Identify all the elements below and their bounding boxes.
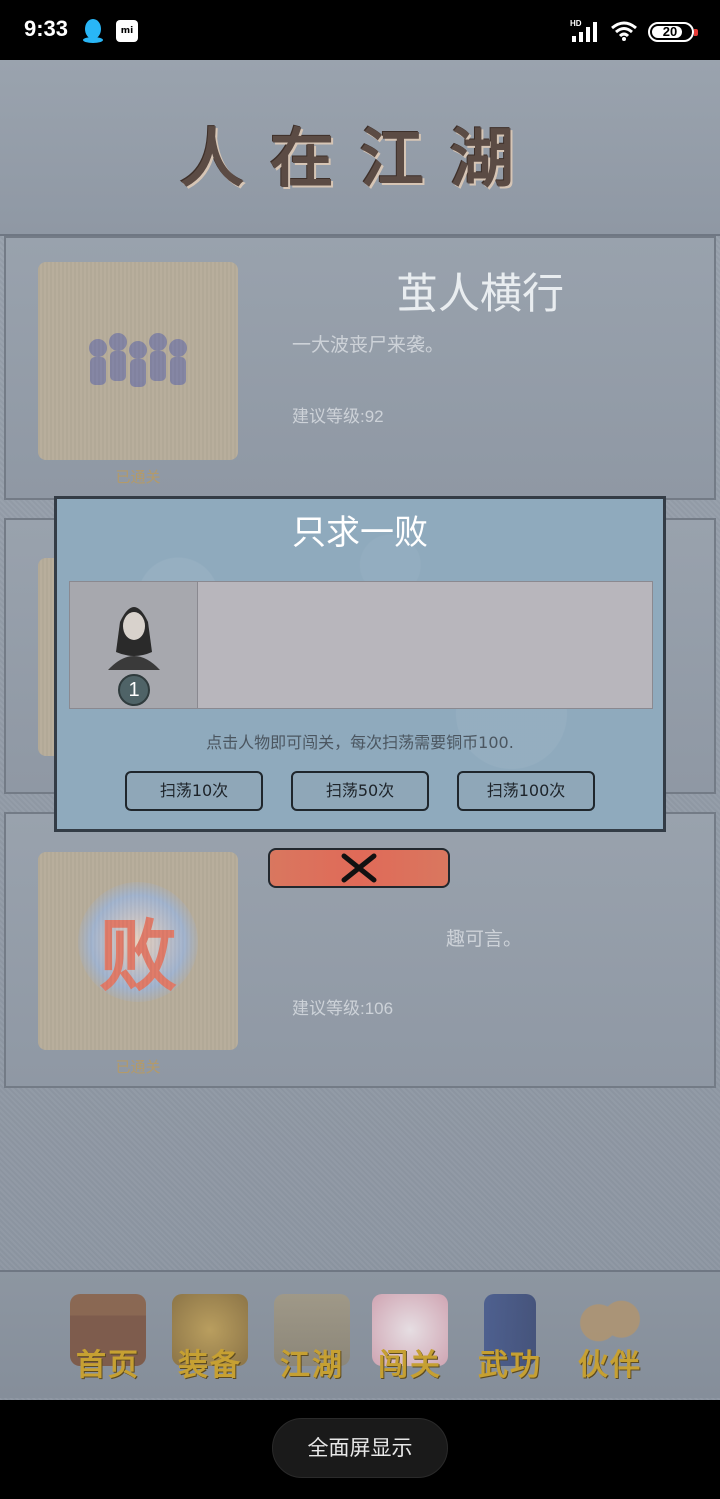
stage-name: 茧人横行 [396, 269, 565, 318]
nav-label: 闯关 [378, 1348, 442, 1383]
system-nav-bar: 全面屏显示 [0, 1400, 720, 1499]
sweep-50-button[interactable]: 扫荡50次 [291, 771, 429, 811]
sweep-dialog: 只求一败 1 点击人物即可闯关，每次扫荡需要铜币100. 扫荡10次 扫荡50次… [54, 496, 666, 832]
stage-suggested-level: 建议等级:92 [292, 407, 384, 426]
dialog-hint: 点击人物即可闯关，每次扫荡需要铜币100. [206, 733, 514, 752]
nav-label: 装备 [178, 1348, 242, 1383]
nav-label: 武功 [478, 1348, 542, 1383]
fullscreen-button[interactable]: 全面屏显示 [272, 1418, 448, 1478]
nav-home[interactable]: 首页 [60, 1290, 156, 1386]
sweep-100-button[interactable]: 扫荡100次 [457, 771, 595, 811]
stage-cleared-label: 已通关 [115, 1058, 161, 1076]
character-slot[interactable]: 1 [70, 582, 198, 708]
nav-label: 首页 [76, 1348, 140, 1383]
sweep-10-button[interactable]: 扫荡10次 [125, 771, 263, 811]
battery-level: 20 [662, 24, 678, 39]
qq-icon [83, 19, 103, 43]
character-count-badge: 1 [118, 674, 150, 706]
nav-label: 江湖 [280, 1348, 344, 1383]
stage-thumbnail: 败 [38, 852, 238, 1050]
page-title: 人在江湖 [180, 122, 540, 197]
mi-icon: mi [116, 20, 138, 42]
wifi-icon [611, 21, 637, 41]
nav-challenge[interactable]: 闯关 [362, 1290, 458, 1386]
close-dialog-button[interactable] [268, 848, 450, 888]
close-icon [341, 853, 377, 883]
stage-card[interactable]: 已通关 茧人横行 一大波丧尸来袭。 建议等级:92 [4, 236, 716, 500]
nav-martial-arts[interactable]: 武功 [462, 1290, 558, 1386]
bottom-nav: 首页 装备 江湖 闯关 武功 伙伴 [0, 1270, 720, 1398]
stage-suggested-level: 建议等级:106 [292, 999, 394, 1018]
defeat-glyph-icon: 败 [98, 911, 177, 1002]
signal-icon: HD [570, 19, 597, 42]
stage-description: 一大波丧尸来袭。 [292, 334, 445, 356]
svg-text:HD: HD [570, 19, 582, 28]
stage-cleared-label: 已通关 [115, 468, 161, 486]
dialog-title: 只求一败 [292, 513, 428, 553]
character-list: 1 [69, 581, 653, 709]
stage-thumbnail [38, 262, 238, 460]
zombie-horde-icon [89, 333, 187, 387]
nav-partners[interactable]: 伙伴 [562, 1290, 658, 1386]
stage-description: 趣可言。 [446, 928, 523, 950]
nav-label: 伙伴 [578, 1348, 642, 1383]
nav-equipment[interactable]: 装备 [162, 1290, 258, 1386]
battery-icon: 20 [648, 22, 698, 42]
page-header: 人在江湖 [0, 60, 720, 236]
status-bar: 9:33 mi HD 20 [0, 0, 720, 60]
nav-jianghu[interactable]: 江湖 [264, 1290, 360, 1386]
status-time: 9:33 [24, 16, 69, 41]
